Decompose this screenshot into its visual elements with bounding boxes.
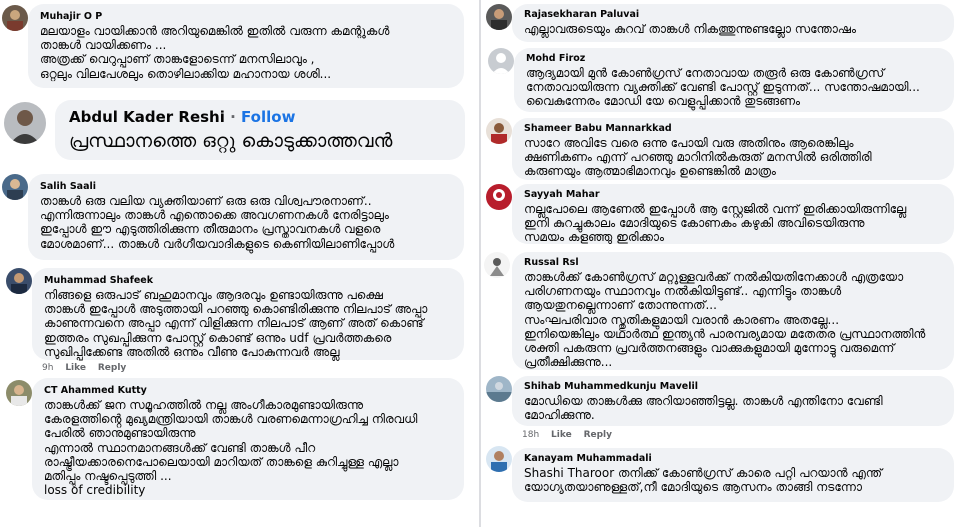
comment-bubble: Sayyah Mahar നല്ലപോലെ ആണേൽ ഇപ്പോൾ ആ സ്റ്…: [512, 184, 954, 244]
separator-dot: ·: [230, 108, 236, 126]
avatar[interactable]: [6, 268, 32, 294]
author-name[interactable]: Muhajir O P: [40, 10, 452, 24]
comment-text: നിങ്ങളെ ഒരുപാട് ബഹുമാനവും ആദരവും ഉണ്ടായി…: [44, 288, 428, 359]
author-name[interactable]: Abdul Kader Reshi: [69, 108, 225, 126]
comment-muhajir: Muhajir O P മലയാളം വായിക്കാൻ അറിയുമെങ്കി…: [0, 0, 478, 96]
avatar[interactable]: [486, 376, 512, 402]
author-name[interactable]: Rajasekharan Paluvai: [524, 8, 942, 22]
author-name[interactable]: Salih Saali: [40, 180, 452, 194]
comment-actions: 18h Like Reply: [522, 430, 621, 440]
left-comment-column: Muhajir O P മലയാളം വായിക്കാൻ അറിയുമെങ്കി…: [0, 0, 478, 527]
timestamp[interactable]: 18h: [522, 430, 539, 440]
default-avatar-icon[interactable]: [488, 48, 514, 74]
author-name[interactable]: Mohd Firoz: [526, 52, 942, 66]
author-name[interactable]: Shameer Babu Mannarkkad: [524, 122, 942, 136]
comment-mohd-firoz: Mohd Firoz ആദ്യമായി മുൻ കോൺഗ്രസ് നേതാവായ…: [482, 44, 960, 114]
author-name[interactable]: Shihab Muhammedkunju Mavelil: [524, 380, 942, 394]
author-name[interactable]: Kanayam Muhammadali: [524, 452, 942, 466]
comment-bubble: Abdul Kader Reshi · Follow പ്രസ്ഥാനത്തെ …: [55, 100, 465, 160]
timestamp[interactable]: 9h: [42, 363, 53, 373]
comment-bubble: Mohd Firoz ആദ്യമായി മുൻ കോൺഗ്രസ് നേതാവായ…: [514, 48, 954, 112]
avatar[interactable]: [486, 118, 512, 144]
comment-ahammed-kutty: CT Ahammed Kutty താങ്കൾക്ക് ജന സമൂഹത്തിൽ…: [0, 376, 478, 526]
comment-text: പ്രസ്ഥാനത്തെ ഒറ്റു കൊടുക്കാത്തവൻ: [69, 130, 393, 152]
comment-bubble: Muhammad Shafeek നിങ്ങളെ ഒരുപാട് ബഹുമാനവ…: [32, 268, 464, 360]
comment-text: Shashi Tharoor തനിക്ക് കോൺഗ്രസ് കാരെ പറ്…: [524, 466, 883, 495]
comment-text: മലയാളം വായിക്കാൻ അറിയുമെങ്കിൽ ഇതിൽ വരുന്…: [40, 24, 390, 81]
follow-button[interactable]: Follow: [241, 108, 295, 126]
comment-bubble: Rajasekharan Paluvai എല്ലാവരുടെയും കുറവ്…: [512, 4, 954, 42]
comment-salih: Salih Saali താങ്കൾ ഒരു വലിയ വ്യക്തിയാണ് …: [0, 170, 478, 262]
comment-bubble: CT Ahammed Kutty താങ്കൾക്ക് ജന സമൂഹത്തിൽ…: [32, 378, 464, 500]
avatar[interactable]: [486, 446, 512, 472]
reply-button[interactable]: Reply: [98, 363, 126, 373]
comment-bubble: Shameer Babu Mannarkkad സാറേ അവിടേ വരെ ഒ…: [512, 118, 954, 180]
right-comment-column: Rajasekharan Paluvai എല്ലാവരുടെയും കുറവ്…: [482, 0, 960, 527]
avatar[interactable]: [6, 380, 32, 406]
comment-text: ആദ്യമായി മുൻ കോൺഗ്രസ് നേതാവായ തരൂർ ഒരു ക…: [526, 66, 920, 109]
comment-russal: Russal Rsl താങ്കൾക്ക് കോൺഗ്രസ് മറ്റുള്ളവ…: [482, 250, 960, 372]
avatar[interactable]: [2, 174, 28, 200]
avatar[interactable]: [2, 5, 28, 31]
author-name[interactable]: CT Ahammed Kutty: [44, 384, 452, 398]
avatar[interactable]: [4, 102, 46, 144]
author-name[interactable]: Russal Rsl: [524, 256, 942, 270]
comment-bubble: Russal Rsl താങ്കൾക്ക് കോൺഗ്രസ് മറ്റുള്ളവ…: [512, 252, 954, 370]
comment-text: താങ്കൾ ഒരു വലിയ വ്യക്തിയാണ് ഒരു ഒരു വിശ്…: [40, 194, 395, 251]
like-button[interactable]: Like: [65, 363, 86, 373]
comment-bubble: Kanayam Muhammadali Shashi Tharoor തനിക്…: [512, 448, 954, 502]
comment-shihab: Shihab Muhammedkunju Mavelil മോഡിയെ താങ്…: [482, 374, 960, 442]
author-name[interactable]: Sayyah Mahar: [524, 188, 942, 202]
comment-text: മോഡിയെ താങ്കൾക്കു അറിയാഞ്ഞിട്ടല്ല. താങ്ക…: [524, 394, 883, 423]
comment-shameer: Shameer Babu Mannarkkad സാറേ അവിടേ വരെ ഒ…: [482, 116, 960, 182]
avatar[interactable]: [484, 252, 510, 278]
comment-text: സാറേ അവിടേ വരെ ഒന്നു പോയി വരു അതിനും ആരെ…: [524, 136, 872, 179]
comment-kanayam: Kanayam Muhammadali Shashi Tharoor തനിക്…: [482, 444, 960, 524]
author-name[interactable]: Muhammad Shafeek: [44, 274, 452, 288]
avatar[interactable]: [486, 4, 512, 30]
column-divider: [479, 0, 481, 527]
comment-text: എല്ലാവരുടെയും കുറവ് താങ്കൾ നികത്തുന്നുണ്…: [524, 22, 856, 36]
comment-bubble: Salih Saali താങ്കൾ ഒരു വലിയ വ്യക്തിയാണ് …: [28, 174, 464, 260]
comment-shafeek: Muhammad Shafeek നിങ്ങളെ ഒരുപാട് ബഹുമാനവ…: [0, 264, 478, 378]
author-row: Abdul Kader Reshi · Follow: [69, 106, 451, 128]
comment-rajasekharan: Rajasekharan Paluvai എല്ലാവരുടെയും കുറവ്…: [482, 0, 960, 44]
comment-sayyah: Sayyah Mahar നല്ലപോലെ ആണേൽ ഇപ്പോൾ ആ സ്റ്…: [482, 182, 960, 248]
like-button[interactable]: Like: [551, 430, 572, 440]
comment-text: താങ്കൾക്ക് ജന സമൂഹത്തിൽ നല്ല അംഗീകാരമുണ്…: [44, 398, 418, 498]
avatar[interactable]: [486, 184, 512, 210]
comment-text: നല്ലപോലെ ആണേൽ ഇപ്പോൾ ആ സ്റ്റേജിൽ വന്ന് ഇ…: [524, 202, 907, 245]
reply-button[interactable]: Reply: [584, 430, 612, 440]
comment-bubble: Muhajir O P മലയാളം വായിക്കാൻ അറിയുമെങ്കി…: [28, 4, 464, 88]
comment-bubble: Shihab Muhammedkunju Mavelil മോഡിയെ താങ്…: [512, 376, 954, 426]
comment-abdul-kader: Abdul Kader Reshi · Follow പ്രസ്ഥാനത്തെ …: [0, 96, 478, 168]
comment-text: താങ്കൾക്ക് കോൺഗ്രസ് മറ്റുള്ളവർക്ക് നൽകിയ…: [524, 270, 926, 370]
comment-actions: 9h Like Reply: [42, 363, 135, 373]
